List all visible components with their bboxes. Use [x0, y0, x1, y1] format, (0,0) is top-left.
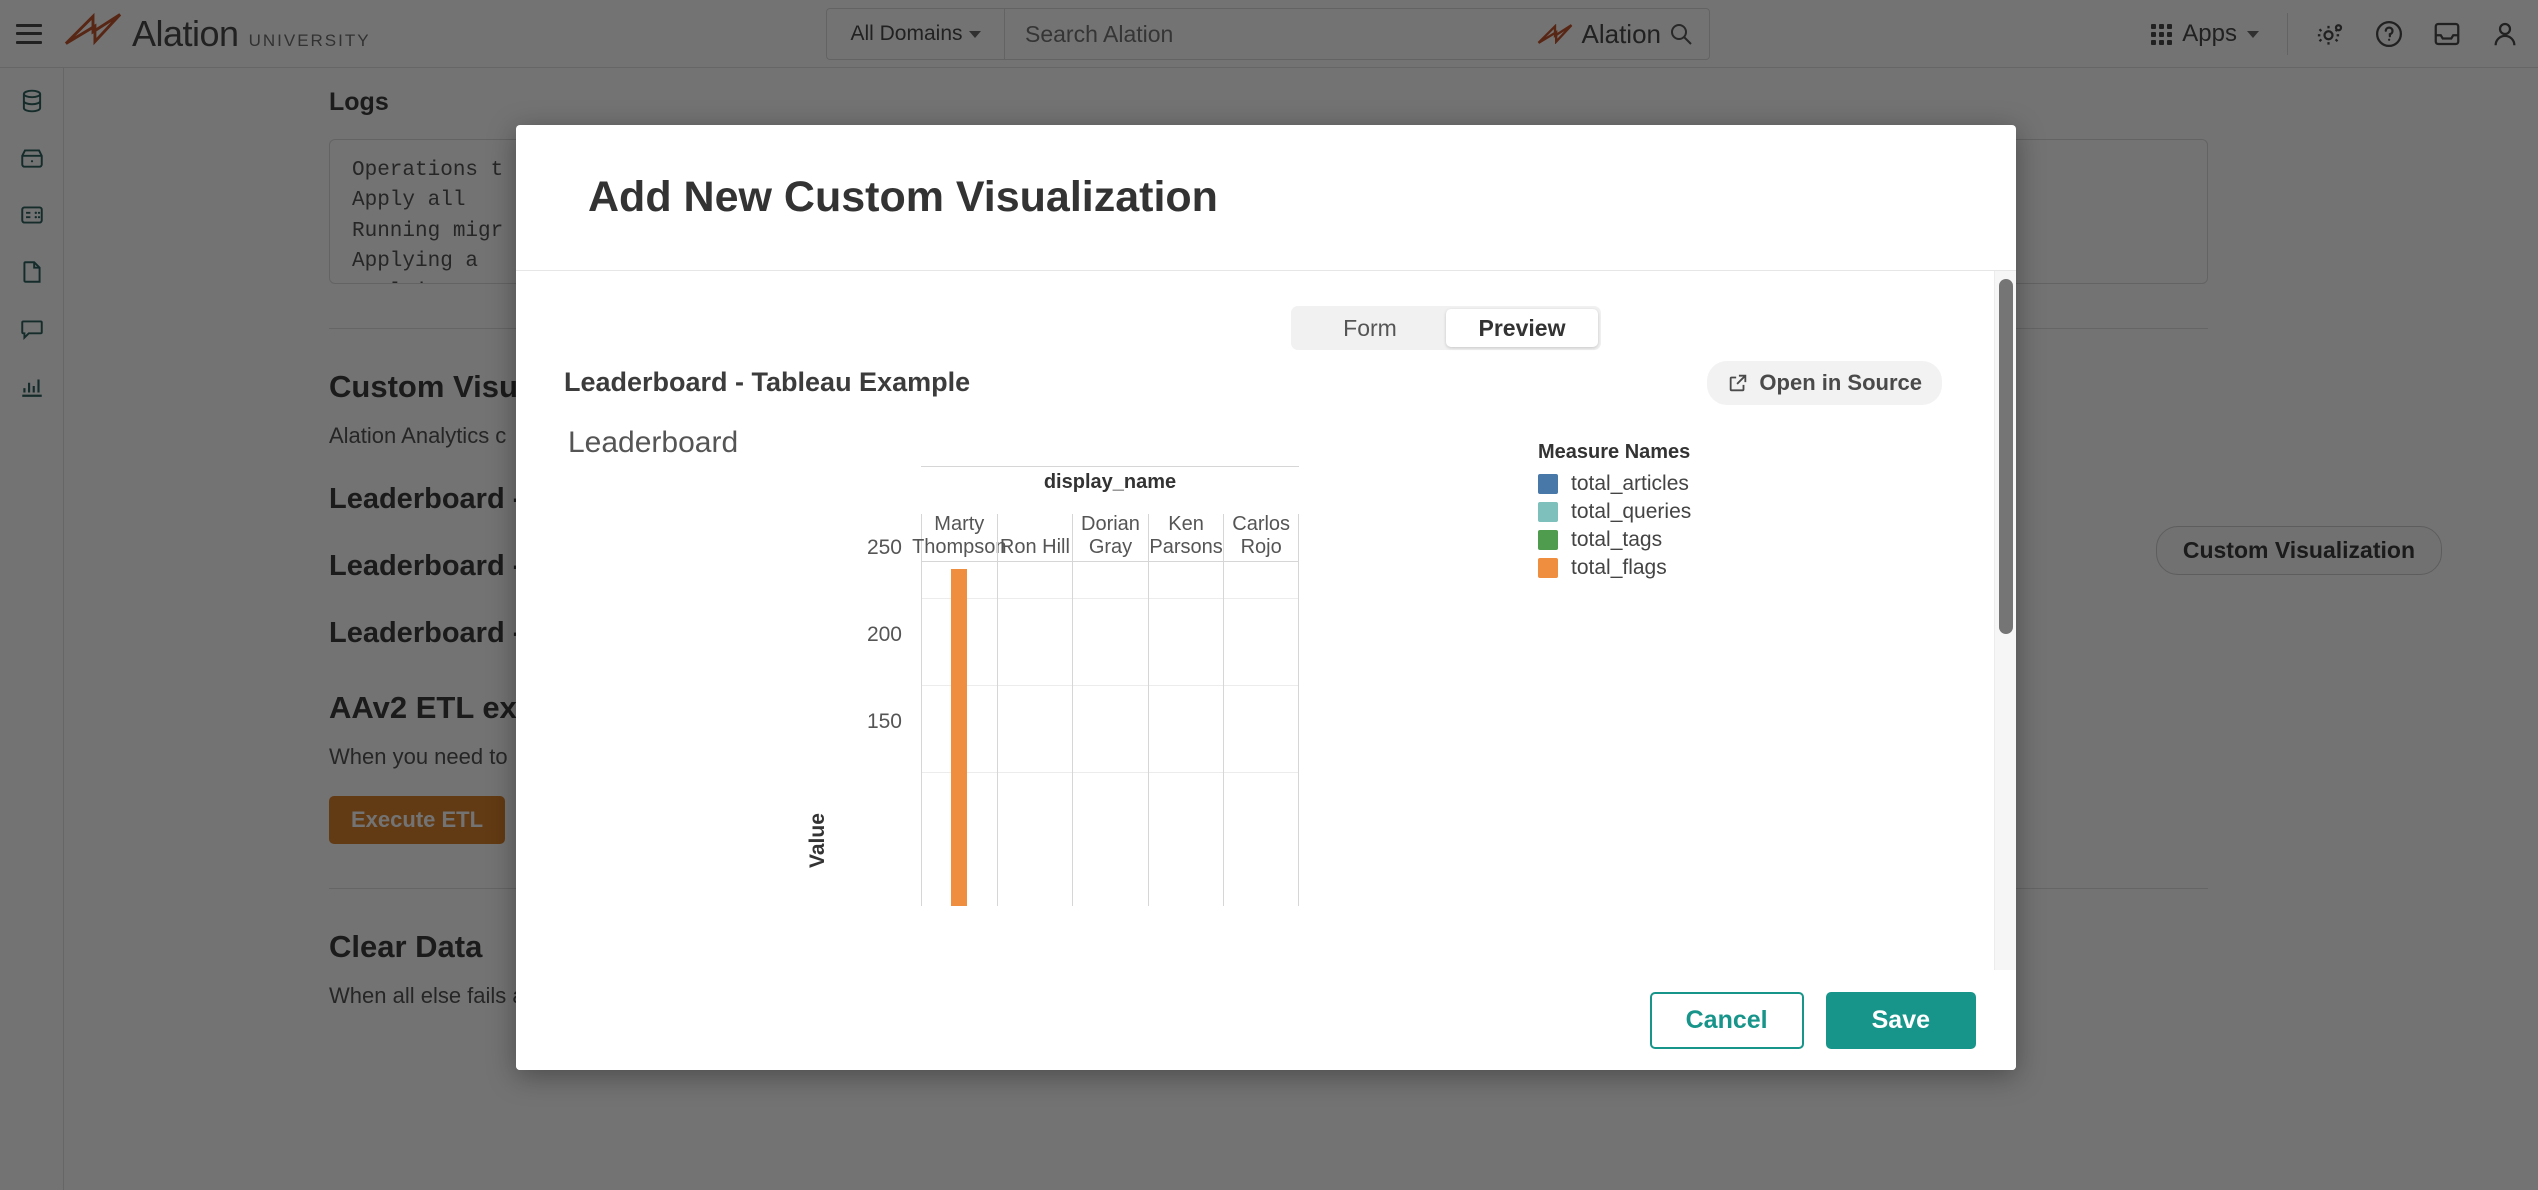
x-axis-label: display_name: [1043, 471, 1177, 493]
dialog-footer: Cancel Save: [516, 970, 2016, 1070]
dialog-scroll-area: Form Preview Leaderboard - Tableau Examp…: [516, 271, 1994, 970]
chart-column-ken-parsons: Ken Parsons: [1147, 513, 1224, 906]
column-plot: [997, 562, 1073, 906]
y-tick-label: 250: [866, 536, 902, 559]
column-plot: [1073, 562, 1148, 906]
tab-form[interactable]: Form: [1294, 309, 1446, 347]
dialog-scrollbar[interactable]: [1994, 271, 2016, 970]
legend-item[interactable]: total_queries: [1538, 500, 1691, 524]
open-in-source-label: Open in Source: [1759, 370, 1922, 395]
column-header: Ken Parsons: [1148, 513, 1224, 562]
visualization-chart: Leaderboard Measure Names total_articles…: [516, 416, 1994, 916]
legend-swatch-total-tags: [1538, 530, 1558, 550]
save-button[interactable]: Save: [1825, 991, 1976, 1049]
x-axis-group-header: display_name: [921, 466, 1299, 514]
chart-column-carlos-rojo: Carlos Rojo: [1223, 513, 1299, 906]
scrollbar-thumb[interactable]: [1999, 279, 2013, 634]
cancel-button[interactable]: Cancel: [1649, 991, 1804, 1049]
column-plot: [1224, 562, 1298, 906]
y-axis-label: Value: [806, 813, 829, 868]
chart-column-dorian-gray: Dorian Gray: [1072, 513, 1148, 906]
legend-label: total_flags: [1571, 556, 1667, 579]
legend-swatch-total-articles: [1538, 474, 1558, 494]
chart-column-ron-hill: Ron Hill: [996, 514, 1073, 906]
form-preview-tabs: Form Preview: [1291, 306, 1601, 350]
y-tick-label: 150: [866, 710, 902, 733]
chart-columns: Marty Thompson Ron Hill Dorian Gray Ken …: [912, 513, 1299, 906]
legend-swatch-total-flags: [1538, 558, 1558, 578]
y-axis: 250 200 150: [816, 514, 916, 906]
column-plot: [922, 562, 997, 906]
y-tick-label: 200: [866, 623, 902, 646]
legend-item[interactable]: total_tags: [1538, 528, 1691, 552]
dialog-header: Add New Custom Visualization: [516, 125, 2016, 271]
legend-label: total_tags: [1571, 528, 1663, 551]
legend-item[interactable]: total_articles: [1538, 472, 1691, 496]
column-header: Carlos Rojo: [1224, 513, 1298, 562]
dialog-body: Form Preview Leaderboard - Tableau Examp…: [516, 271, 2016, 970]
legend-title: Measure Names: [1538, 441, 1691, 463]
tab-preview[interactable]: Preview: [1446, 309, 1598, 347]
open-in-source-button[interactable]: Open in Source: [1707, 361, 1942, 405]
column-plot: [1148, 562, 1224, 906]
column-header: Ron Hill: [997, 514, 1073, 562]
visualization-title: Leaderboard - Tableau Example: [564, 367, 971, 397]
legend-label: total_queries: [1571, 500, 1692, 523]
chart-column-marty-thompson: Marty Thompson: [912, 513, 1007, 906]
external-link-icon: [1730, 374, 1747, 392]
chart-legend: Measure Names total_articles total_queri…: [1538, 441, 1691, 584]
chart-plot-grid: display_name Marty Thompson Ron Hill Dor…: [912, 466, 1299, 906]
column-header: Dorian Gray: [1073, 513, 1148, 562]
legend-item[interactable]: total_flags: [1538, 556, 1691, 580]
column-header: Marty Thompson: [912, 513, 1007, 562]
legend-swatch-total-queries: [1538, 502, 1558, 522]
add-custom-visualization-dialog: Add New Custom Visualization Form Previe…: [516, 125, 2016, 1070]
legend-label: total_articles: [1571, 472, 1689, 495]
dialog-title: Add New Custom Visualization: [588, 173, 1218, 221]
chart-title: Leaderboard: [568, 426, 739, 459]
bar-total-flags[interactable]: [951, 569, 968, 906]
